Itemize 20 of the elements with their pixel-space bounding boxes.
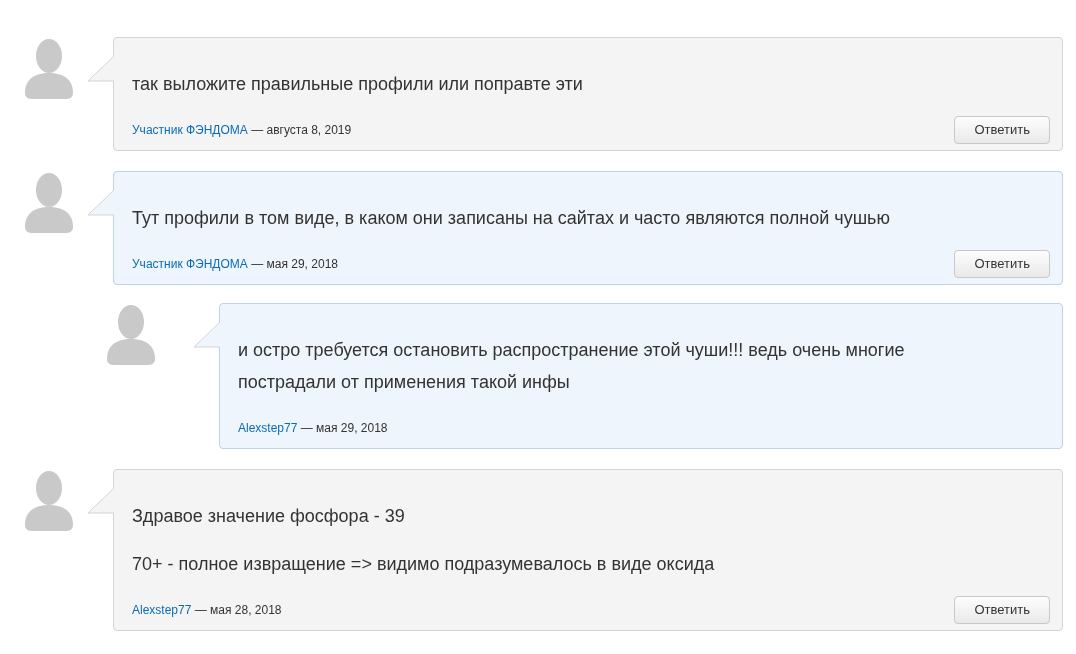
author-link[interactable]: Участник ФЭНДОМА xyxy=(132,257,248,271)
comment-date: — мая 29, 2018 xyxy=(299,421,388,435)
comment-text: Тут профили в том виде, в каком они записаны на сайтах и часто являются полной чушью xyxy=(132,207,891,230)
comment-text: так выложите правильные профили или поправте эти xyxy=(132,73,584,96)
comment-text: и остро требуется остановить распространение этой чуши!!! ведь очень многие пострадали от применения такой инфы xyxy=(238,339,906,394)
comment-date: — мая 28, 2018 xyxy=(193,603,282,617)
comment-date: — августа 8, 2019 xyxy=(250,123,352,137)
author-link[interactable]: Alexstep77 xyxy=(238,421,298,435)
reply-button[interactable]: Ответить xyxy=(954,116,1050,144)
comment-text: 70+ - полное извращение => видимо подразумевалось в виде оксида xyxy=(132,553,716,576)
comment-date: — мая 29, 2018 xyxy=(250,257,338,271)
author-link[interactable]: Alexstep77 xyxy=(132,603,192,617)
author-link[interactable]: Участник ФЭНДОМА xyxy=(132,123,248,137)
avatar-silhouette-icon xyxy=(25,37,73,99)
comment-text: Здравое значение фосфора - 39 xyxy=(132,505,406,528)
avatar-silhouette-icon xyxy=(25,469,73,531)
reply-button[interactable]: Ответить xyxy=(954,250,1050,278)
avatar-silhouette-icon xyxy=(25,171,73,233)
avatar-silhouette-icon xyxy=(107,303,155,365)
reply-button[interactable]: Ответить xyxy=(954,596,1050,624)
